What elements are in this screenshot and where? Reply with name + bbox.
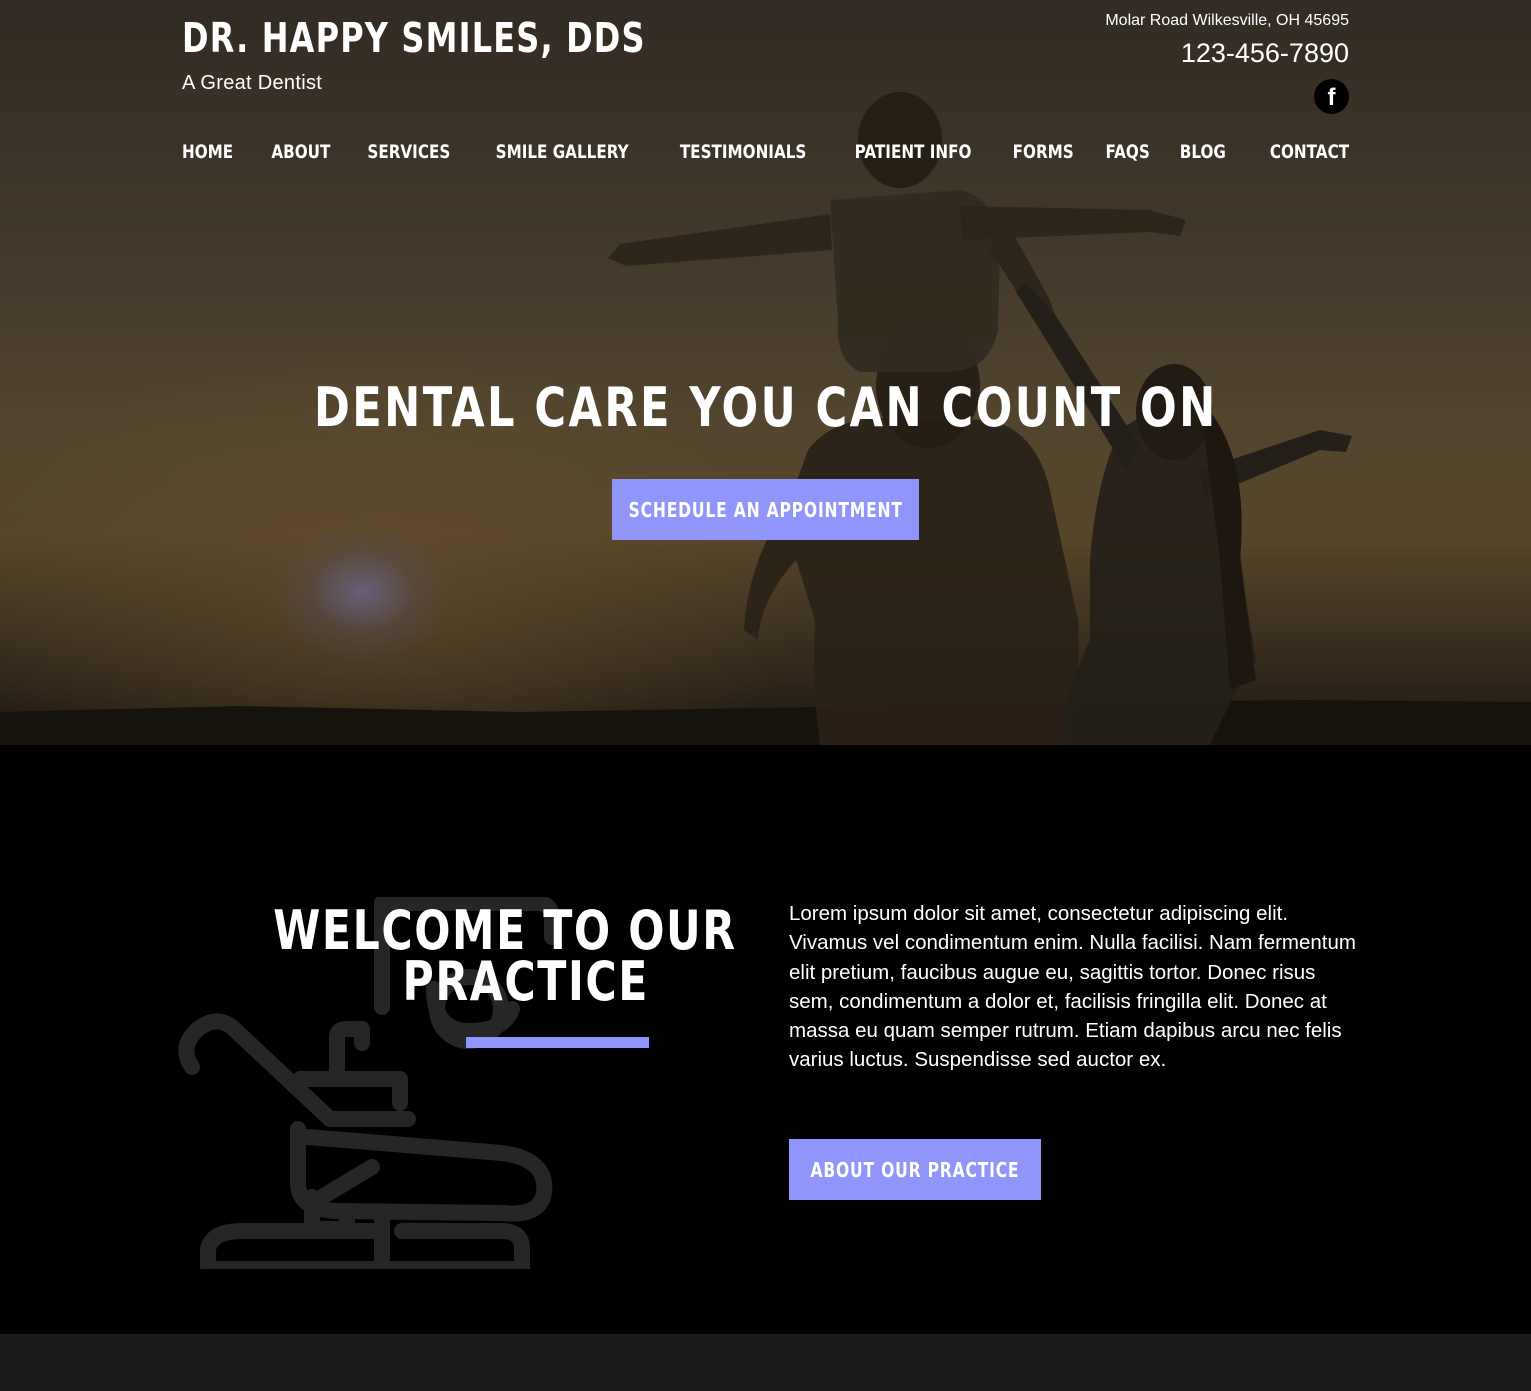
hero-heading: DENTAL CARE YOU CAN COUNT ON xyxy=(0,376,1531,439)
nav-item-faqs[interactable]: FAQS xyxy=(1105,141,1149,163)
welcome-section: WELCOME TO OUR PRACTICE Lorem ipsum dolo… xyxy=(0,745,1531,1334)
hero-section: DR. HAPPY SMILES, DDS A Great Dentist Mo… xyxy=(0,0,1531,745)
hero-overlay xyxy=(0,0,1531,745)
practice-phone[interactable]: 123-456-7890 xyxy=(1181,38,1349,69)
welcome-heading: WELCOME TO OUR PRACTICE xyxy=(150,904,735,1013)
schedule-appointment-button[interactable]: SCHEDULE AN APPOINTMENT xyxy=(612,479,919,540)
schedule-appointment-label: SCHEDULE AN APPOINTMENT xyxy=(628,497,903,522)
heading-underline xyxy=(466,1037,649,1048)
practice-address: Molar Road Wilkesville, OH 45695 xyxy=(1105,12,1349,29)
nav-item-forms[interactable]: FORMS xyxy=(1013,141,1074,163)
welcome-heading-line1: WELCOME TO OUR xyxy=(273,899,737,962)
about-our-practice-button[interactable]: ABOUT OUR PRACTICE xyxy=(789,1139,1041,1200)
facebook-icon[interactable]: f xyxy=(1314,79,1349,114)
nav-item-patient-info[interactable]: PATIENT INFO xyxy=(855,141,972,163)
welcome-body-text: Lorem ipsum dolor sit amet, consectetur … xyxy=(789,902,1356,1072)
site-tagline: A Great Dentist xyxy=(182,72,323,94)
footer-strip xyxy=(0,1334,1531,1391)
about-our-practice-label: ABOUT OUR PRACTICE xyxy=(810,1157,1020,1182)
main-nav: HOME ABOUT SERVICES SMILE GALLERY TESTIM… xyxy=(182,138,1349,166)
hero-heading-text: DENTAL CARE YOU CAN COUNT ON xyxy=(313,376,1218,439)
nav-item-home[interactable]: HOME xyxy=(182,141,233,163)
site-title[interactable]: DR. HAPPY SMILES, DDS xyxy=(182,14,646,62)
nav-item-testimonials[interactable]: TESTIMONIALS xyxy=(679,141,806,163)
welcome-heading-line2: PRACTICE xyxy=(402,950,649,1013)
nav-item-contact[interactable]: CONTACT xyxy=(1270,141,1349,163)
nav-item-blog[interactable]: BLOG xyxy=(1179,141,1225,163)
nav-item-smile-gallery[interactable]: SMILE GALLERY xyxy=(496,141,629,163)
nav-item-about[interactable]: ABOUT xyxy=(272,141,331,163)
nav-item-services[interactable]: SERVICES xyxy=(367,141,450,163)
